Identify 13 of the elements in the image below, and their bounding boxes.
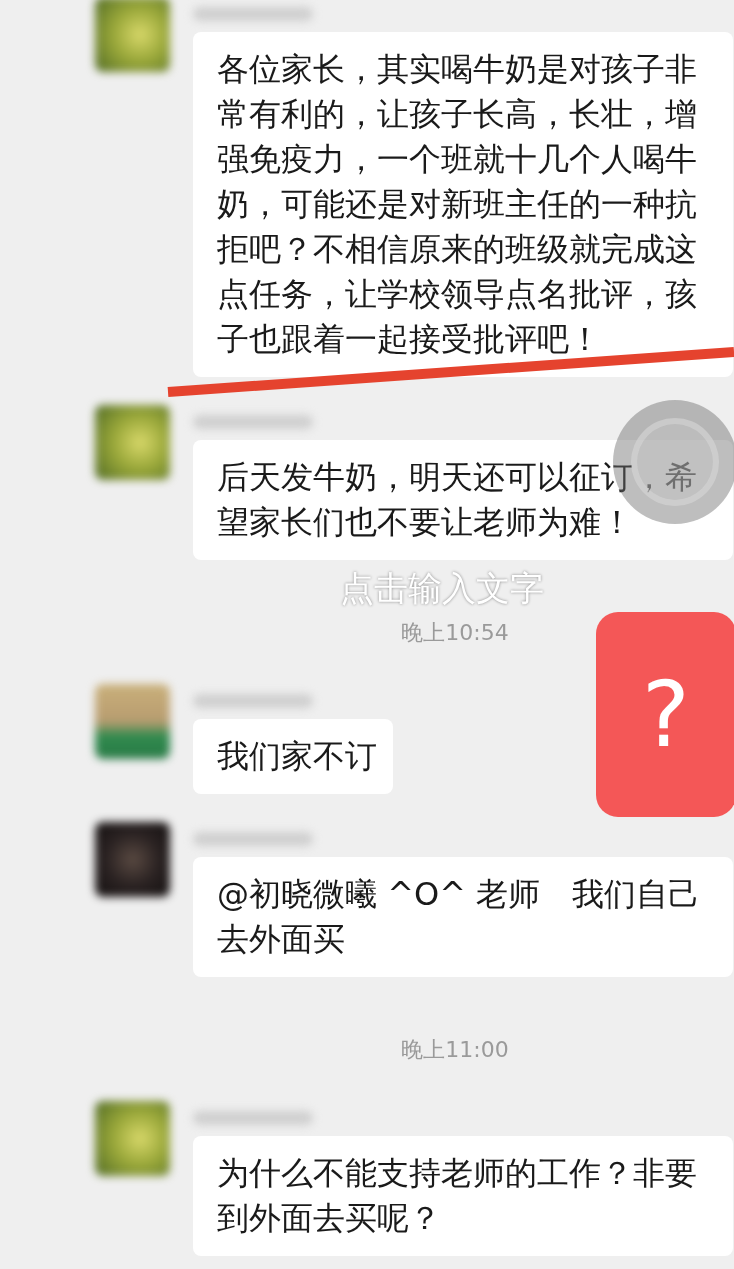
timestamp: 晚上10:54 bbox=[401, 619, 509, 647]
avatar[interactable] bbox=[95, 0, 170, 72]
message-bubble: 为什么不能支持老师的工作？非要到外面去买呢？ bbox=[193, 1136, 733, 1256]
message-bubble: 后天发牛奶，明天还可以征订，希望家长们也不要让老师为难！ bbox=[193, 440, 733, 560]
avatar[interactable] bbox=[95, 684, 170, 759]
timestamp: 晚上11:00 bbox=[401, 1036, 509, 1064]
question-sticker: ? bbox=[596, 612, 734, 817]
message-bubble: 我们家不订 bbox=[193, 719, 393, 794]
avatar[interactable] bbox=[95, 1101, 170, 1176]
avatar[interactable] bbox=[95, 405, 170, 480]
avatar[interactable] bbox=[95, 822, 170, 897]
message-bubble: 各位家长，其实喝牛奶是对孩子非常有利的，让孩子长高，长壮，增强免疫力，一个班就十几个人喝牛奶，可能还是对新班主任的一种抗拒吧？不相信原来的班级就完成这点任务，让学校领导点名批评，孩子也跟着一起接受批评吧！ bbox=[193, 32, 733, 377]
message-bubble: @初晓微曦 ^O^ 老师 我们自己去外面买 bbox=[193, 857, 733, 977]
